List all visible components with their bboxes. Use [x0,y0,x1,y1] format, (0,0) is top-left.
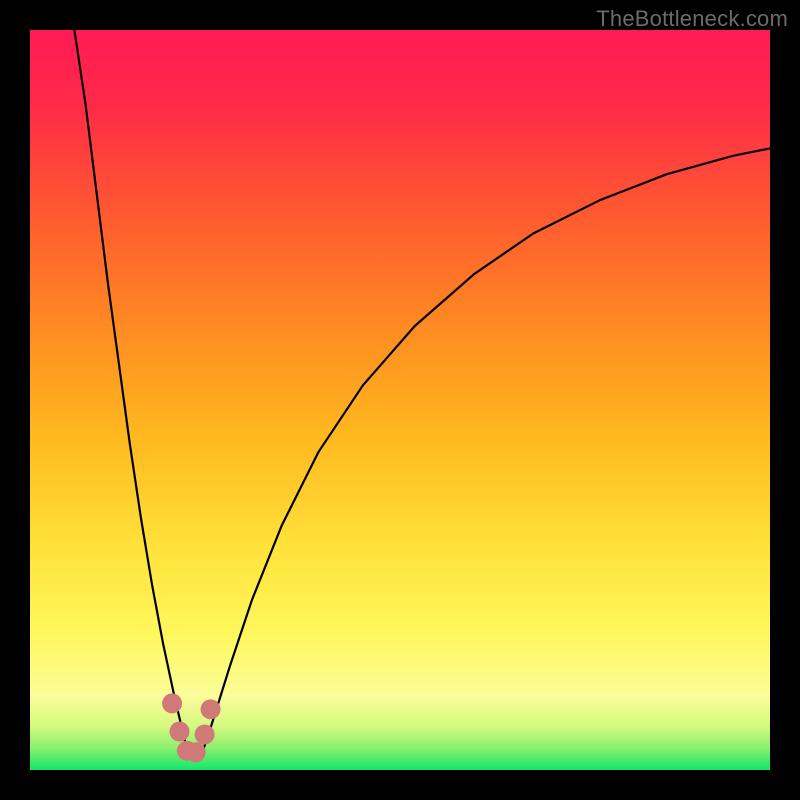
watermark-label: TheBottleneck.com [596,6,788,32]
marker-point [162,693,182,713]
plot-area [30,30,770,770]
chart-svg [30,30,770,770]
marker-point [169,722,189,742]
marker-point [201,699,221,719]
marker-point [195,724,215,744]
gradient-background [30,30,770,770]
marker-point [186,742,206,762]
chart-frame: TheBottleneck.com [0,0,800,800]
